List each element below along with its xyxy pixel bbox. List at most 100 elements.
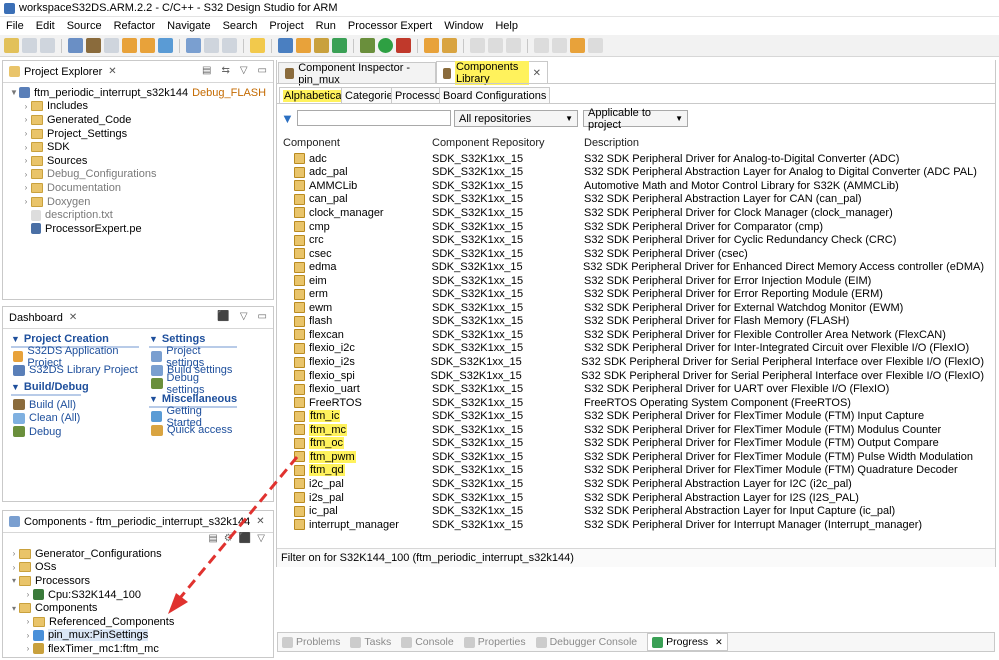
- component-tree-item[interactable]: ▾ Processors: [9, 574, 174, 588]
- lightning-icon[interactable]: [250, 38, 265, 53]
- getting-started-link[interactable]: Getting Started: [151, 405, 237, 429]
- table-row[interactable]: cmp SDK_S32K1xx_15 S32 SDK Peripheral Driv…: [294, 220, 984, 234]
- project-tree-item[interactable]: ProcessorExpert.pe: [9, 222, 273, 236]
- project-settings-link[interactable]: Project settings: [151, 345, 237, 369]
- next-annotation-icon[interactable]: [534, 38, 549, 53]
- new-icon[interactable]: [4, 38, 19, 53]
- paragraph-icon[interactable]: [506, 38, 521, 53]
- chevron-right-icon[interactable]: ›: [21, 143, 31, 152]
- tab-problems[interactable]: Problems: [282, 636, 340, 648]
- chevron-right-icon[interactable]: ›: [21, 183, 31, 192]
- config-icon[interactable]: [314, 38, 329, 53]
- tab-console[interactable]: Console: [401, 636, 454, 648]
- menu-run[interactable]: Run: [310, 20, 342, 32]
- tab-components-library[interactable]: Components Library ✕: [436, 61, 548, 85]
- component-tree-item[interactable]: › flexTimer_mc1:ftm_mc: [9, 642, 174, 656]
- menu-refactor[interactable]: Refactor: [108, 20, 162, 32]
- link-editor-icon[interactable]: ⇆: [221, 65, 229, 76]
- component-tree-item[interactable]: › Referenced_Components: [9, 615, 175, 629]
- subtab-alphabetical[interactable]: Alphabetical: [279, 87, 349, 103]
- component-tree-item[interactable]: › OSs: [9, 561, 174, 575]
- new-project-icon[interactable]: [122, 38, 137, 53]
- table-row[interactable]: adc SDK_S32K1xx_15 S32 SDK Peripheral Driv…: [294, 152, 984, 166]
- table-row[interactable]: crc SDK_S32K1xx_15 S32 SDK Peripheral Driv…: [294, 233, 984, 247]
- import-icon[interactable]: [140, 38, 155, 53]
- table-row[interactable]: ic_pal SDK_S32K1xx_15 S32 SDK Peripheral A…: [294, 504, 984, 518]
- table-row[interactable]: ftm_mc SDK_S32K1xx_15 S32 SDK Peripheral D…: [294, 423, 984, 437]
- clean-icon[interactable]: [104, 38, 119, 53]
- menu-edit[interactable]: Edit: [30, 20, 61, 32]
- chevron-right-icon[interactable]: ›: [23, 617, 33, 626]
- run-icon[interactable]: [378, 38, 393, 53]
- chevron-right-icon[interactable]: ›: [23, 631, 33, 640]
- chevron-right-icon[interactable]: ›: [9, 563, 19, 572]
- tab-tasks[interactable]: Tasks: [350, 636, 391, 648]
- menu-search[interactable]: Search: [217, 20, 264, 32]
- tab-debugger-console[interactable]: Debugger Console: [535, 636, 637, 648]
- back-icon[interactable]: [570, 38, 585, 53]
- column-header-repository[interactable]: Component Repository: [432, 137, 545, 149]
- close-icon[interactable]: ✕: [256, 516, 264, 527]
- table-row[interactable]: edma SDK_S32K1xx_15 S32 SDK Peripheral Dri…: [294, 260, 984, 274]
- debug-settings-link[interactable]: Debug settings: [151, 372, 237, 396]
- annotation-icon[interactable]: [470, 38, 485, 53]
- s32ds-application-project-link[interactable]: S32DS Application Project: [13, 345, 139, 369]
- project-tree-item[interactable]: › Generated_Code: [9, 113, 273, 127]
- debug-link[interactable]: Debug: [13, 425, 81, 439]
- pe-icon[interactable]: [278, 38, 293, 53]
- bug-icon[interactable]: [360, 38, 375, 53]
- folder-icon[interactable]: [424, 38, 439, 53]
- project-tree-item[interactable]: › Project_Settings: [9, 127, 273, 141]
- open-icon[interactable]: [296, 38, 311, 53]
- component-tree-item[interactable]: › Generator_Configurations: [9, 547, 174, 561]
- table-row[interactable]: AMMCLib SDK_S32K1xx_15 Automotive Math and…: [294, 179, 984, 193]
- menu-project[interactable]: Project: [263, 20, 309, 32]
- menu-window[interactable]: Window: [438, 20, 489, 32]
- component-tree-item[interactable]: ▾ Components: [9, 601, 174, 615]
- chevron-right-icon[interactable]: ›: [23, 590, 33, 599]
- table-row[interactable]: eim SDK_S32K1xx_15 S32 SDK Peripheral Driv…: [294, 274, 984, 288]
- repository-select[interactable]: All repositories ▼: [454, 110, 578, 127]
- component-tree-item[interactable]: › pin_mux:PinSettings: [9, 629, 174, 643]
- quick-access-link[interactable]: Quick access: [151, 424, 237, 438]
- chevron-right-icon[interactable]: ›: [21, 156, 31, 165]
- column-header-description[interactable]: Description: [584, 137, 639, 149]
- filter-icon[interactable]: ▼: [281, 111, 294, 126]
- save-all-icon[interactable]: [40, 38, 55, 53]
- project-explorer-tab[interactable]: Project Explorer ✕ ▤ ⇆ ▽ ▭: [3, 61, 273, 83]
- pe-menu-icon[interactable]: ⬛: [239, 533, 251, 544]
- applicable-select[interactable]: Applicable to project ▼: [583, 107, 688, 131]
- monitor-icon[interactable]: [158, 38, 173, 53]
- table-row[interactable]: can_pal SDK_S32K1xx_15 S32 SDK Peripheral …: [294, 193, 984, 207]
- build-icon[interactable]: [86, 38, 101, 53]
- table-row[interactable]: flexio_i2s SDK_S32K1xx_15 S32 SDK Peripher…: [294, 355, 984, 369]
- view-menu-icon[interactable]: ▽: [240, 65, 248, 76]
- table-row[interactable]: ftm_pwm SDK_S32K1xx_15 S32 SDK Peripheral …: [294, 450, 984, 464]
- table-row[interactable]: flash SDK_S32K1xx_15 S32 SDK Peripheral Dr…: [294, 315, 984, 329]
- project-tree-item[interactable]: › Sources: [9, 154, 273, 168]
- minimize-icon[interactable]: ▭: [258, 65, 267, 76]
- chevron-down-icon[interactable]: ▾: [9, 604, 19, 613]
- clean-all-link[interactable]: Clean (All): [13, 412, 81, 426]
- chevron-right-icon[interactable]: ›: [9, 549, 19, 558]
- build-all-link[interactable]: Build (All): [13, 398, 81, 412]
- table-row[interactable]: i2c_pal SDK_S32K1xx_15 S32 SDK Peripheral …: [294, 477, 984, 491]
- settings-icon[interactable]: [68, 38, 83, 53]
- minimize-icon[interactable]: ▭: [258, 311, 267, 322]
- project-tree-item[interactable]: › SDK: [9, 140, 273, 154]
- table-row[interactable]: adc_pal SDK_S32K1xx_15 S32 SDK Peripheral …: [294, 166, 984, 180]
- collapse-all-icon[interactable]: ▤: [208, 533, 217, 544]
- close-icon[interactable]: ✕: [69, 312, 77, 323]
- chevron-right-icon[interactable]: ›: [21, 115, 31, 124]
- tab-properties[interactable]: Properties: [463, 636, 526, 648]
- filter-input[interactable]: [297, 110, 451, 126]
- menu-file[interactable]: File: [0, 20, 30, 32]
- table-row[interactable]: flexio_uart SDK_S32K1xx_15 S32 SDK Periphe…: [294, 382, 984, 396]
- step-icon[interactable]: [204, 38, 219, 53]
- menu-source[interactable]: Source: [61, 20, 108, 32]
- dashboard-tab[interactable]: Dashboard ✕ ⬛ ▽ ▭: [3, 307, 273, 329]
- pencil-icon[interactable]: [442, 38, 457, 53]
- chevron-right-icon[interactable]: ›: [21, 170, 31, 179]
- table-row[interactable]: interrupt_manager SDK_S32K1xx_15 S32 SDK P…: [294, 518, 984, 532]
- collapse-all-icon[interactable]: ▤: [202, 65, 211, 76]
